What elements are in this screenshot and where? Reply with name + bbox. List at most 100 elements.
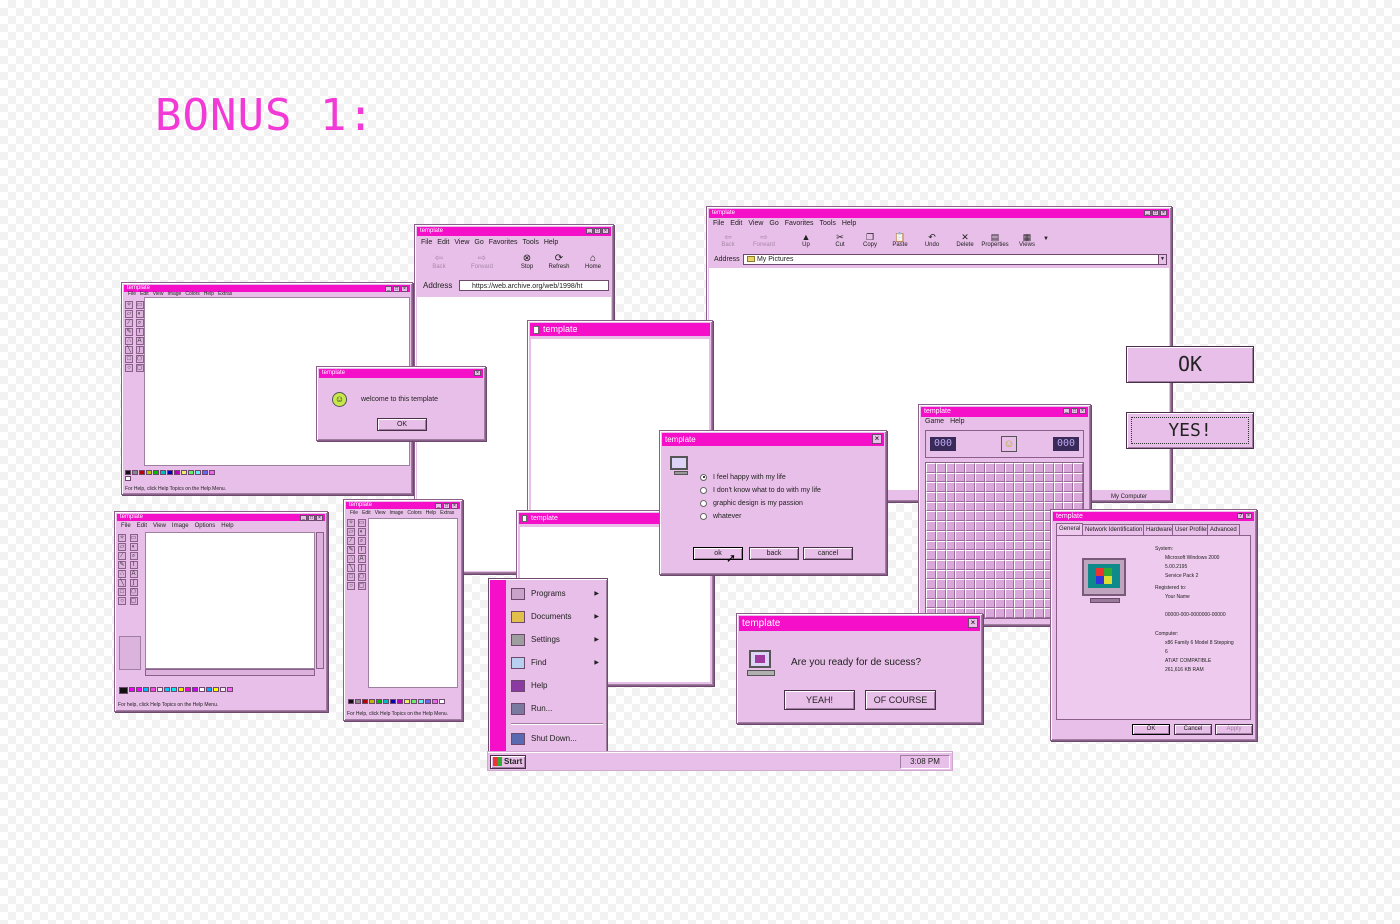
tab-general[interactable]: General xyxy=(1056,523,1084,535)
minimize-button[interactable]: _ xyxy=(1144,210,1151,216)
mine-cell[interactable] xyxy=(965,463,976,473)
mine-cell[interactable] xyxy=(984,530,995,541)
menu-colors[interactable]: Colors xyxy=(407,509,421,517)
mine-cell[interactable] xyxy=(984,540,995,551)
mine-cell[interactable] xyxy=(955,463,966,473)
survey-back-button[interactable]: back xyxy=(749,547,799,560)
menu-go[interactable]: Go xyxy=(474,238,483,247)
free-select-icon[interactable]: ✧ xyxy=(125,301,133,309)
mine-cell[interactable] xyxy=(984,608,995,618)
mine-cell[interactable] xyxy=(965,492,976,502)
menu-go[interactable]: Go xyxy=(769,219,778,228)
mine-cell[interactable] xyxy=(984,511,995,522)
sysprops-ok-button[interactable]: OK xyxy=(1132,724,1170,735)
swatch[interactable] xyxy=(174,470,180,475)
mine-cell[interactable] xyxy=(1004,598,1015,609)
mine-cell[interactable] xyxy=(994,569,1005,580)
menu-file[interactable]: File xyxy=(421,238,432,247)
mine-cell[interactable] xyxy=(945,501,956,512)
mine-cell[interactable] xyxy=(965,521,976,531)
mine-cell[interactable] xyxy=(955,472,966,483)
delete-button[interactable]: ✕ Delete xyxy=(955,232,975,248)
mine-cell[interactable] xyxy=(1004,540,1015,551)
swatch[interactable] xyxy=(139,470,145,475)
mine-cell[interactable] xyxy=(935,559,946,570)
of-course-button[interactable]: OF COURSE xyxy=(865,690,936,710)
mine-cell[interactable] xyxy=(975,492,985,502)
option-happy[interactable]: I feel happy with my life xyxy=(700,471,821,484)
mine-cell[interactable] xyxy=(1004,521,1015,531)
radio-icon[interactable] xyxy=(700,486,707,494)
close-button[interactable]: × xyxy=(1245,513,1252,519)
mine-cell[interactable] xyxy=(1024,463,1034,473)
rect-select-icon[interactable]: ▭ xyxy=(135,301,144,309)
polygon-icon[interactable]: ⬠ xyxy=(135,355,144,363)
close-button[interactable]: × xyxy=(968,618,978,628)
mine-cell[interactable] xyxy=(1024,598,1034,609)
swatch[interactable] xyxy=(397,699,403,704)
start-item-settings[interactable]: Settings ▶ xyxy=(511,631,603,649)
mine-cell[interactable] xyxy=(1004,608,1015,618)
mine-cell[interactable] xyxy=(975,598,985,609)
menu-file[interactable]: File xyxy=(350,509,358,517)
swatch[interactable] xyxy=(425,699,431,704)
mine-cell[interactable] xyxy=(1014,463,1025,473)
rounded-rect-icon[interactable]: ▢ xyxy=(135,364,144,372)
mine-cell[interactable] xyxy=(935,463,946,473)
mine-cell[interactable] xyxy=(926,521,936,531)
mine-cell[interactable] xyxy=(1033,521,1044,531)
mine-cell[interactable] xyxy=(945,482,956,493)
airbrush-icon[interactable]: ∴ xyxy=(118,570,126,578)
mine-cell[interactable] xyxy=(994,608,1005,618)
mine-cell[interactable] xyxy=(1033,463,1044,473)
menu-edit[interactable]: Edit xyxy=(437,238,449,247)
text-icon[interactable]: A xyxy=(129,570,138,578)
mine-cell[interactable] xyxy=(984,501,995,512)
rect-select-icon[interactable]: ▭ xyxy=(357,519,366,527)
swatch[interactable] xyxy=(136,687,142,692)
mine-cell[interactable] xyxy=(975,530,985,541)
mine-cell[interactable] xyxy=(984,492,995,502)
clock[interactable]: 3:08 PM xyxy=(910,757,940,766)
menu-view[interactable]: View xyxy=(454,238,469,247)
mine-cell[interactable] xyxy=(1073,482,1083,493)
mine-cell[interactable] xyxy=(994,540,1005,551)
mine-cell[interactable] xyxy=(1053,482,1064,493)
views-dropdown-icon[interactable]: ▼ xyxy=(1043,236,1049,242)
properties-button[interactable]: ▤ Properties xyxy=(979,232,1011,248)
swatch[interactable] xyxy=(157,687,163,692)
help-button[interactable]: ? xyxy=(1237,513,1244,519)
menu-image[interactable]: Image xyxy=(389,509,403,517)
mine-cell[interactable] xyxy=(1033,569,1044,580)
mine-cell[interactable] xyxy=(1024,579,1034,589)
swatch[interactable] xyxy=(146,470,152,475)
start-item-documents[interactable]: Documents ▶ xyxy=(511,608,603,626)
rectangle-icon[interactable]: □ xyxy=(347,573,355,581)
eraser-icon[interactable]: ▱ xyxy=(118,543,126,551)
swatch[interactable] xyxy=(185,687,191,692)
mine-cell[interactable] xyxy=(1024,588,1034,599)
copy-button[interactable]: ❐ Copy xyxy=(861,232,879,248)
magnifier-icon[interactable]: ⌕ xyxy=(357,537,366,545)
mine-cell[interactable] xyxy=(1033,530,1044,541)
mine-cell[interactable] xyxy=(1004,472,1015,483)
mine-cell[interactable] xyxy=(1004,482,1015,493)
mine-cell[interactable] xyxy=(1073,492,1083,502)
menu-file[interactable]: File xyxy=(713,219,724,228)
survey-cancel-button[interactable]: cancel xyxy=(803,547,853,560)
swatch[interactable] xyxy=(195,470,201,475)
mine-cell[interactable] xyxy=(1024,550,1034,560)
free-select-icon[interactable]: ✧ xyxy=(347,519,355,527)
back-button[interactable]: ⇦ Back xyxy=(719,232,737,248)
mine-cell[interactable] xyxy=(945,579,956,589)
rectangle-icon[interactable]: □ xyxy=(125,355,133,363)
forward-button[interactable]: ⇨ Forward xyxy=(751,232,777,248)
mine-cell[interactable] xyxy=(1063,482,1074,493)
big-ok-button[interactable]: OK xyxy=(1126,346,1254,383)
curve-icon[interactable]: ∫ xyxy=(135,346,144,354)
pencil-icon[interactable]: ✎ xyxy=(125,328,133,336)
mine-cell[interactable] xyxy=(994,463,1005,473)
maximize-button[interactable]: □ xyxy=(1071,408,1078,414)
mine-cell[interactable] xyxy=(965,472,976,483)
mine-cell[interactable] xyxy=(1004,559,1015,570)
